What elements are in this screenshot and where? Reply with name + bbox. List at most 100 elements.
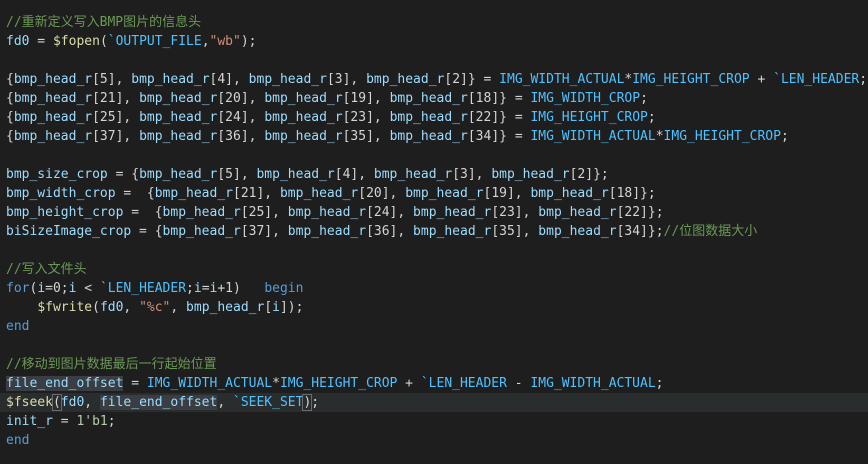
code-token-plain: [18]} = (467, 91, 531, 106)
code-token-var: bmp_head_r (256, 167, 335, 182)
code-token-var: bmp_head_r (139, 110, 218, 125)
code-line[interactable]: fd0 = $fopen(`OUTPUT_FILE,"wb"); (0, 32, 868, 51)
code-token-macro: IMG_HEIGHT_CROP (530, 110, 648, 125)
code-token-number: 1'b1 (76, 414, 108, 429)
code-token-macro: IMG_WIDTH_ACTUAL (499, 72, 625, 87)
code-line[interactable]: bmp_size_crop = {bmp_head_r[5], bmp_head… (0, 165, 868, 184)
code-line[interactable]: bmp_height_crop = {bmp_head_r[25], bmp_h… (0, 203, 868, 222)
code-token-var: bmp_height_crop (6, 205, 124, 220)
code-token-plain: ; (107, 414, 116, 429)
code-line[interactable] (0, 336, 868, 355)
code-token-var: bmp_head_r (389, 91, 468, 106)
code-line[interactable]: end (0, 317, 868, 336)
code-token-plain: + (749, 72, 774, 87)
code-token-plain: [35], (491, 224, 539, 239)
code-token-macro: `LEN_HEADER (773, 72, 860, 87)
code-token-var: fd0 (6, 34, 30, 49)
code-token-var: bmp_width_crop (6, 186, 116, 201)
code-token-var: bmp_head_r (139, 167, 218, 182)
code-token-macro: IMG_HEIGHT_CROP (279, 376, 398, 391)
code-token-plain: [21], (92, 91, 140, 106)
code-token-macro: IMG_HEIGHT_CROP (663, 129, 781, 144)
code-token-plain: [36], (366, 224, 414, 239)
code-line[interactable]: for(i=0;i < `LEN_HEADER;i=i+1) begin (0, 279, 868, 298)
code-token-var: bmp_head_r (530, 186, 609, 201)
code-token-var: bmp_head_r (287, 224, 367, 239)
code-token-var: file_end_offset (99, 395, 218, 410)
code-token-plain: [ (264, 300, 273, 315)
code-token-var: bmp_head_r (389, 110, 468, 125)
code-line[interactable]: //移动到图片数据最后一行起始位置 (0, 355, 868, 374)
code-line[interactable]: {bmp_head_r[21], bmp_head_r[20], bmp_hea… (0, 89, 868, 108)
code-token-plain: = (52, 414, 77, 429)
code-line[interactable]: biSizeImage_crop = {bmp_head_r[37], bmp_… (0, 222, 868, 241)
code-token-plain: [20], (358, 186, 406, 201)
code-line[interactable]: bmp_width_crop = {bmp_head_r[21], bmp_he… (0, 184, 868, 203)
code-token-macro: IMG_WIDTH_CROP (530, 91, 641, 106)
code-token-plain: ( (99, 34, 108, 49)
code-token-macro: `SEEK_SET (233, 395, 304, 410)
code-line[interactable]: file_end_offset = IMG_WIDTH_ACTUAL*IMG_H… (0, 374, 868, 393)
code-token-plain: [5], (92, 72, 132, 87)
code-token-plain: { (6, 72, 14, 87)
code-line[interactable]: end (0, 431, 868, 450)
code-token-plain: { (6, 91, 14, 106)
code-token-plain: , (123, 300, 140, 315)
code-token-string: "wb" (209, 34, 241, 49)
code-token-plain: = (201, 281, 210, 296)
code-line[interactable]: {bmp_head_r[25], bmp_head_r[24], bmp_hea… (0, 108, 868, 127)
code-token-var: bmp_head_r (131, 72, 210, 87)
code-token-plain: ; (859, 72, 868, 87)
code-token-keyword: begin (264, 281, 304, 296)
code-token-plain: [4], (334, 167, 374, 182)
code-token-plain: [18]}; (608, 186, 656, 201)
code-token-plain: [25], (240, 205, 288, 220)
code-line[interactable]: init_r = 1'b1; (0, 412, 868, 431)
code-line[interactable]: $fseek(fd0, file_end_offset, `SEEK_SET); (0, 393, 868, 412)
code-token-plain: [19], (342, 91, 390, 106)
code-token-plain: [4], (209, 72, 249, 87)
code-token-comment: //位图数据大小 (663, 224, 758, 239)
code-token-var: bmp_head_r (538, 224, 617, 239)
code-token-var: bmp_head_r (389, 129, 468, 144)
code-line[interactable] (0, 241, 868, 260)
code-token-var: i (193, 281, 202, 296)
code-token-macro: `LEN_HEADER (99, 281, 187, 296)
code-token-plain: [37], (92, 129, 140, 144)
code-token-keyword: end (6, 433, 30, 448)
code-token-var: bmp_head_r (405, 186, 484, 201)
code-token-var: file_end_offset (6, 376, 124, 391)
code-token-var: bmp_head_r (13, 72, 93, 87)
code-line[interactable]: $fwrite(fd0, "%c", bmp_head_r[i]); (0, 298, 868, 317)
code-token-func: $fwrite (37, 300, 93, 315)
code-line[interactable] (0, 51, 868, 70)
code-token-plain: = { (131, 224, 163, 239)
code-token-plain: = (123, 376, 147, 391)
code-token-var: bmp_head_r (279, 186, 359, 201)
code-token-plain: ( (51, 394, 62, 411)
code-line[interactable]: //写入文件头 (0, 260, 868, 279)
code-token-var: i (272, 300, 280, 315)
code-token-plain: , (217, 395, 233, 410)
code-line[interactable]: //重新定义写入BMP图片的信息头 (0, 13, 868, 32)
code-token-plain: [2]} = (444, 72, 500, 87)
code-line[interactable]: {bmp_head_r[5], bmp_head_r[4], bmp_head_… (0, 70, 868, 89)
code-token-plain: [36], (217, 129, 265, 144)
code-token-plain: = { (107, 167, 140, 182)
code-line[interactable] (0, 146, 868, 165)
code-token-plain: [35], (342, 129, 390, 144)
code-token-var: bmp_head_r (264, 91, 343, 106)
code-token-plain: ; (311, 395, 320, 410)
code-token-plain: * (655, 129, 664, 144)
code-token-comment: //重新定义写入BMP图片的信息头 (6, 15, 202, 30)
code-token-plain: [22]}; (616, 205, 664, 220)
code-token-plain: , (201, 34, 210, 49)
code-token-plain: ); (240, 34, 257, 49)
code-token-macro: IMG_WIDTH_ACTUAL (146, 376, 273, 391)
code-token-var: fd0 (99, 300, 124, 315)
code-token-var: bmp_head_r (162, 224, 241, 239)
code-editor[interactable]: //重新定义写入BMP图片的信息头 fd0 = $fopen(`OUTPUT_FI… (0, 0, 868, 464)
code-line[interactable]: {bmp_head_r[37], bmp_head_r[36], bmp_hea… (0, 127, 868, 146)
code-token-var: init_r (6, 414, 53, 429)
code-token-comment: //移动到图片数据最后一行起始位置 (6, 357, 217, 372)
